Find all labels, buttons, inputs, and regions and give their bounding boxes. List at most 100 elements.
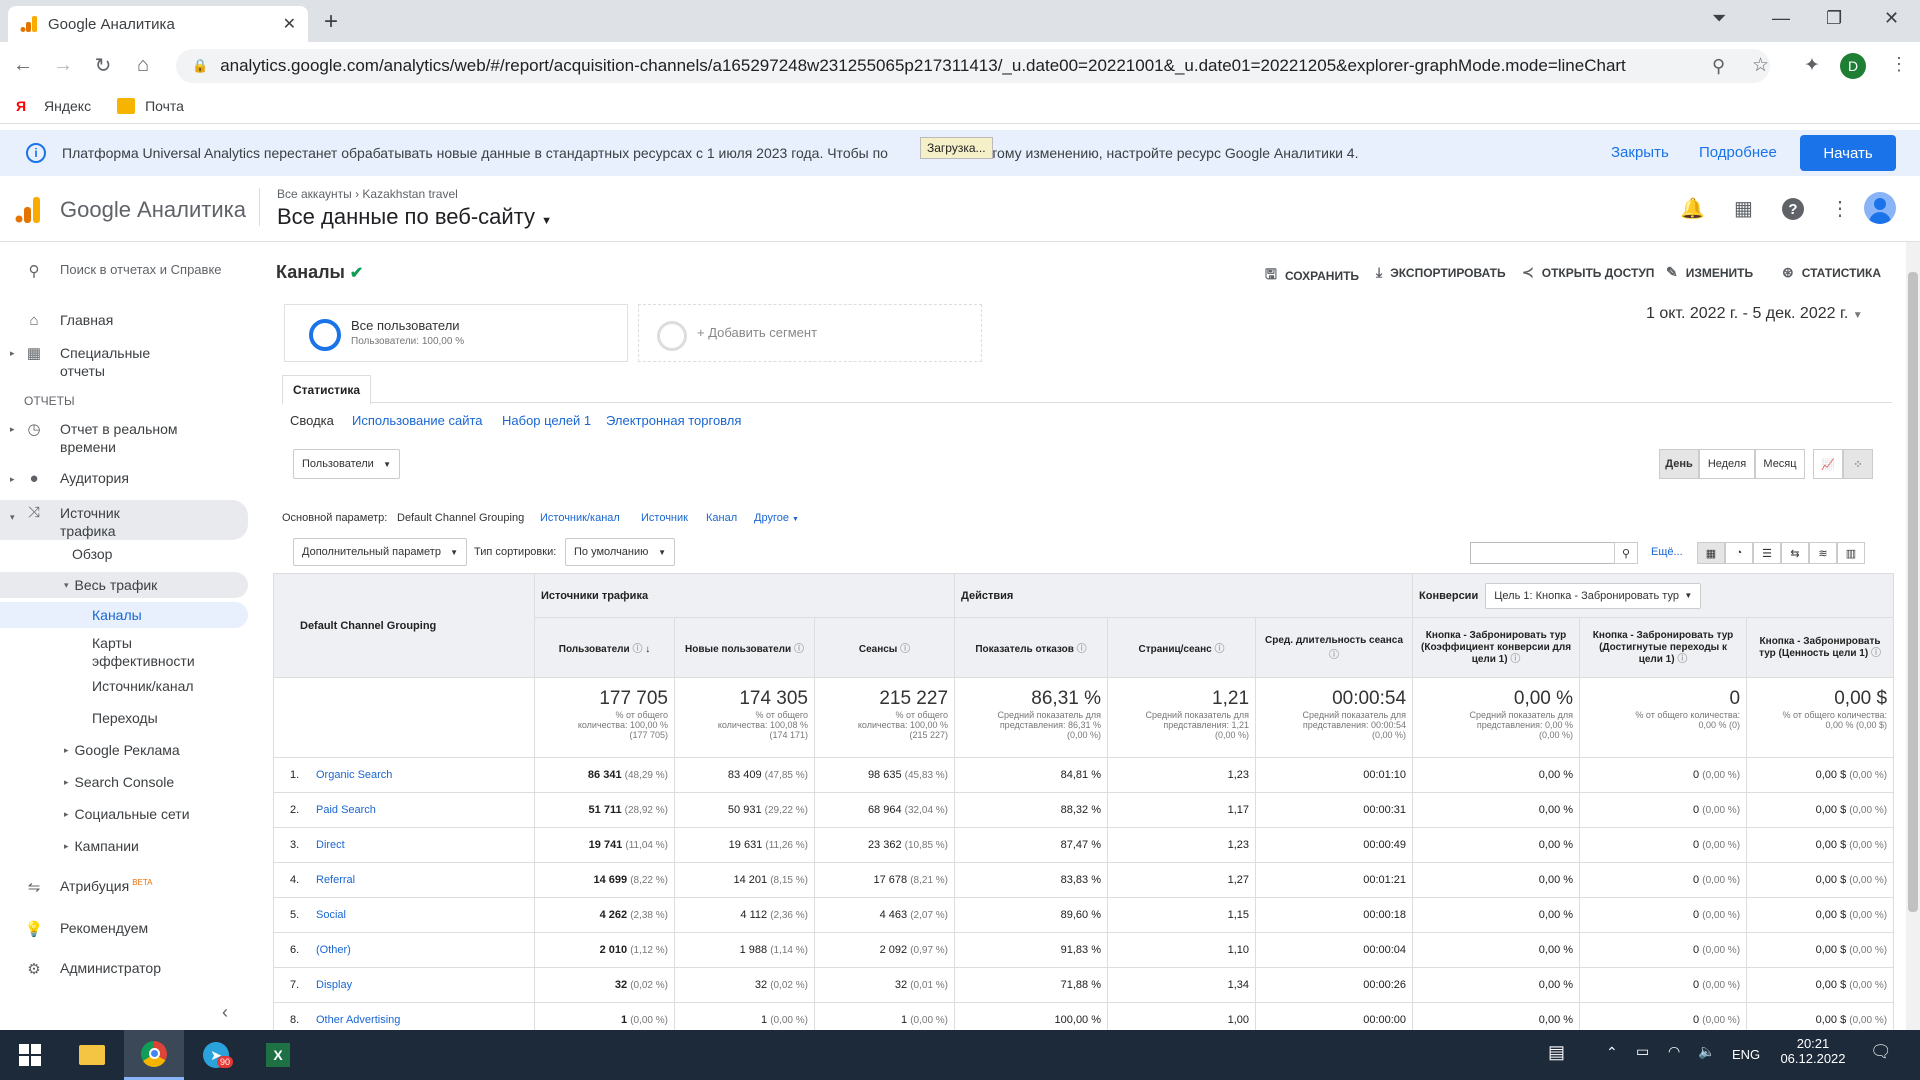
extensions-icon[interactable]: ✦ — [1804, 54, 1820, 77]
windows-start-icon[interactable] — [0, 1030, 60, 1080]
channel-link[interactable]: Organic Search — [316, 769, 392, 781]
line-chart-icon[interactable]: 📈 — [1813, 449, 1843, 479]
sidebar-item-audience[interactable]: ▸ ● Аудитория — [0, 470, 248, 487]
channel-link[interactable]: (Other) — [316, 944, 351, 956]
table-filter-input[interactable] — [1470, 542, 1615, 564]
clock[interactable]: 20:21 06.12.2022 — [1778, 1036, 1848, 1066]
tab-close-icon[interactable]: ✕ — [283, 14, 296, 34]
channel-link[interactable]: Display — [316, 979, 352, 991]
bookmark-mail[interactable]: Почта — [117, 97, 184, 114]
news-widget-icon[interactable]: ▤ — [1548, 1042, 1565, 1063]
dim-other[interactable]: Другое ▼ — [754, 512, 799, 524]
col-conversion-rate[interactable]: Кнопка - Забронировать тур (Коэффициент … — [1412, 617, 1581, 678]
sidebar-item-source-medium[interactable]: Источник/канал — [0, 678, 248, 694]
excel-icon[interactable]: X — [248, 1030, 308, 1080]
more-vert-icon[interactable]: ⋮ — [1830, 196, 1850, 221]
breadcrumb[interactable]: Все аккаунты › Kazakhstan travel — [277, 187, 458, 201]
window-close-icon[interactable]: ✕ — [1884, 8, 1899, 29]
banner-more-link[interactable]: Подробнее — [1699, 144, 1777, 161]
export-button[interactable]: ⤓ ЭКСПОРТИРОВАТЬ — [1376, 264, 1506, 281]
banner-start-button[interactable]: Начать — [1800, 135, 1896, 171]
account-avatar-icon[interactable] — [1864, 192, 1896, 224]
bookmark-star-icon[interactable]: ☆ — [1752, 54, 1769, 77]
telegram-icon[interactable]: ➤ 90 — [186, 1030, 246, 1080]
file-explorer-icon[interactable] — [62, 1030, 122, 1080]
volume-icon[interactable]: 🔈 — [1698, 1043, 1715, 1060]
term-cloud-icon[interactable]: ≋ — [1809, 542, 1837, 564]
language-indicator[interactable]: ENG — [1732, 1047, 1760, 1062]
pivot-view-icon[interactable]: ▥ — [1837, 542, 1865, 564]
battery-icon[interactable]: ▭ — [1636, 1043, 1649, 1060]
dim-medium[interactable]: Канал — [706, 512, 737, 524]
maximize-icon[interactable]: ❐ — [1826, 8, 1842, 29]
comparison-view-icon[interactable]: ⇆ — [1781, 542, 1809, 564]
sidebar-item-search-console[interactable]: ▸ Search Console — [0, 774, 248, 790]
channel-link[interactable]: Other Advertising — [316, 1014, 400, 1026]
back-icon[interactable]: ← — [6, 54, 40, 77]
subtab-summary[interactable]: Сводка — [290, 413, 334, 428]
sidebar-item-discover[interactable]: 💡 Рекомендуем — [0, 920, 248, 938]
forward-icon[interactable]: → — [46, 54, 80, 77]
help-icon[interactable]: ? — [1782, 198, 1804, 220]
sidebar-search[interactable]: ⚲ Поиск в отчетах и Справке — [0, 262, 248, 280]
sidebar-item-realtime[interactable]: ▸ ◷ Отчет в реальном времени — [0, 420, 248, 456]
browser-menu-icon[interactable]: ⋮ — [1890, 54, 1908, 75]
browser-tab[interactable]: Google Аналитика ✕ — [8, 6, 308, 42]
segment-all-users[interactable]: Все пользователи Пользователи: 100,00 % — [284, 304, 628, 362]
sidebar-item-treemaps[interactable]: Карты эффективности — [0, 634, 248, 670]
date-range-picker[interactable]: 1 окт. 2022 г. - 5 дек. 2022 г. ▼ — [1646, 305, 1863, 323]
subtab-ecommerce[interactable]: Электронная торговля — [606, 413, 741, 428]
col-pages-per-session[interactable]: Страниц/сеанс ⓘ — [1107, 617, 1257, 678]
view-selector[interactable]: Все данные по веб-сайту ▼ — [277, 204, 552, 230]
profile-avatar[interactable]: D — [1840, 53, 1866, 79]
advanced-filter-link[interactable]: Ещё... — [1651, 546, 1683, 558]
save-button[interactable]: 🖫 СОХРАНИТЬ — [1265, 264, 1359, 288]
metric-select[interactable]: Пользователи ▼ — [293, 449, 400, 479]
tray-chevron-icon[interactable]: ⌃ — [1606, 1044, 1618, 1061]
banner-close-link[interactable]: Закрыть — [1611, 144, 1669, 161]
sidebar-item-home[interactable]: ⌂ Главная — [0, 312, 248, 329]
dim-column-header[interactable]: Default Channel Grouping — [273, 573, 535, 678]
edit-button[interactable]: ✎ ИЗМЕНИТЬ — [1666, 264, 1753, 281]
channel-link[interactable]: Social — [316, 909, 346, 921]
secondary-dimension-select[interactable]: Дополнительный параметр ▼ — [293, 538, 467, 566]
address-bar[interactable]: 🔒 analytics.google.com/analytics/web/#/r… — [176, 49, 1770, 83]
goal-select[interactable]: Цель 1: Кнопка - Забронировать тур ▼ — [1485, 582, 1702, 609]
sort-type-select[interactable]: По умолчанию ▼ — [565, 538, 675, 566]
chrome-taskbar-icon[interactable] — [124, 1030, 184, 1080]
collapse-sidebar-icon[interactable]: ‹ — [222, 1002, 228, 1023]
period-month-button[interactable]: Месяц — [1755, 449, 1805, 479]
minimize-icon[interactable]: — — [1772, 8, 1790, 29]
col-goal-value[interactable]: Кнопка - Забронировать тур (Ценность цел… — [1746, 617, 1895, 678]
sidebar-item-referrals[interactable]: Переходы — [0, 710, 248, 726]
reload-icon[interactable]: ↻ — [86, 53, 120, 78]
table-view-icon[interactable]: ▦ — [1697, 542, 1725, 564]
sidebar-item-google-ads[interactable]: ▸ Google Реклама — [0, 742, 248, 758]
sidebar-item-overview[interactable]: Обзор — [0, 546, 248, 562]
apps-grid-icon[interactable]: ▦ — [1734, 196, 1753, 221]
scrollbar-thumb[interactable] — [1908, 272, 1918, 912]
channel-link[interactable]: Paid Search — [316, 804, 376, 816]
insights-button[interactable]: ⊛ СТАТИСТИКА — [1782, 264, 1881, 281]
period-week-button[interactable]: Неделя — [1699, 449, 1755, 479]
dim-source[interactable]: Источник — [641, 512, 688, 524]
tab-explorer[interactable]: Статистика — [282, 375, 372, 405]
subtab-goal-set[interactable]: Набор целей 1 — [502, 413, 591, 428]
channel-link[interactable]: Referral — [316, 874, 355, 886]
subtab-site-usage[interactable]: Использование сайта — [352, 413, 483, 428]
col-avg-duration[interactable]: Сред. длительность сеанса ⓘ — [1255, 617, 1414, 678]
bookmark-yandex[interactable]: Я Яндекс — [16, 98, 91, 114]
home-icon[interactable]: ⌂ — [126, 54, 160, 77]
search-icon[interactable]: ⚲ — [1614, 542, 1638, 564]
col-bounce-rate[interactable]: Показатель отказов ⓘ — [954, 617, 1109, 678]
sidebar-item-custom-reports[interactable]: ▸ ▦ Специальные отчеты — [0, 344, 248, 380]
channel-link[interactable]: Direct — [316, 839, 345, 851]
page-scrollbar[interactable] — [1906, 242, 1920, 1030]
performance-view-icon[interactable]: ☰ — [1753, 542, 1781, 564]
pie-view-icon[interactable]: ◔ — [1725, 542, 1753, 564]
sidebar-item-admin[interactable]: ⚙ Администратор — [0, 960, 248, 978]
zoom-icon[interactable]: ⚲ — [1712, 56, 1725, 77]
sidebar-item-all-traffic[interactable]: ▾ Весь трафик — [0, 572, 248, 598]
notifications-center-icon[interactable]: 🗨 — [1870, 1042, 1892, 1062]
sidebar-item-social[interactable]: ▸ Социальные сети — [0, 806, 248, 822]
